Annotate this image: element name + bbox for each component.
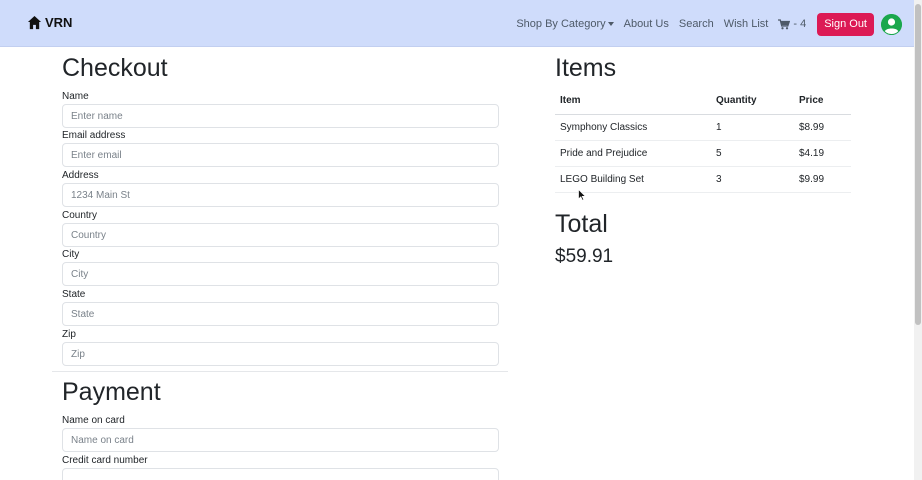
cart-icon — [778, 18, 791, 29]
nav-wish-list[interactable]: Wish List — [724, 18, 769, 30]
city-input[interactable] — [62, 262, 499, 286]
scrollbar-thumb[interactable] — [915, 4, 921, 325]
table-row: Symphony Classics 1 $8.99 — [555, 114, 851, 141]
address-label: Address — [62, 170, 99, 181]
item-price: $8.99 — [794, 114, 851, 141]
item-name: Pride and Prejudice — [555, 140, 711, 167]
email-label: Email address — [62, 130, 126, 141]
card-number-label: Credit card number — [62, 455, 148, 466]
item-price: $9.99 — [794, 166, 851, 193]
vertical-scrollbar[interactable] — [914, 0, 922, 480]
mouse-cursor-icon — [578, 189, 586, 201]
state-label: State — [62, 289, 86, 300]
total-title: Total — [555, 210, 608, 238]
user-avatar[interactable] — [881, 13, 902, 35]
user-circle-icon — [881, 13, 902, 35]
column-header-item: Item — [555, 88, 711, 115]
name-on-card-label: Name on card — [62, 415, 125, 426]
item-quantity: 1 — [711, 114, 794, 141]
sign-out-button[interactable]: Sign Out — [817, 12, 874, 36]
navbar: VRN Shop By Category About Us Search Wis… — [0, 0, 914, 47]
cart-count: - 4 — [793, 18, 807, 30]
brand-link[interactable]: VRN — [27, 15, 72, 30]
table-header-row: Item Quantity Price — [555, 88, 851, 115]
item-quantity: 5 — [711, 140, 794, 167]
home-icon — [27, 15, 42, 30]
state-input[interactable] — [62, 302, 499, 326]
name-input[interactable] — [62, 104, 499, 128]
item-quantity: 3 — [711, 166, 794, 193]
nav-links: Shop By Category About Us Search Wish Li… — [516, 12, 902, 36]
name-label: Name — [62, 91, 89, 102]
zip-label: Zip — [62, 329, 76, 340]
chevron-down-icon — [607, 22, 614, 27]
zip-input[interactable] — [62, 342, 499, 366]
payment-title: Payment — [62, 378, 161, 406]
checkout-title: Checkout — [62, 54, 168, 82]
nav-about-us[interactable]: About Us — [624, 18, 669, 30]
nav-shop-by-category-label: Shop By Category — [516, 18, 606, 30]
section-divider — [52, 371, 508, 372]
nav-shop-by-category[interactable]: Shop By Category — [516, 18, 614, 30]
item-name: Symphony Classics — [555, 114, 711, 141]
column-header-quantity: Quantity — [711, 88, 794, 115]
email-input[interactable] — [62, 143, 499, 167]
total-value: $59.91 — [555, 246, 614, 267]
item-price: $4.19 — [794, 140, 851, 167]
items-table: Item Quantity Price Symphony Classics 1 … — [555, 88, 851, 193]
brand-name: VRN — [45, 15, 73, 30]
name-on-card-input[interactable] — [62, 428, 499, 452]
country-label: Country — [62, 210, 98, 221]
table-row: Pride and Prejudice 5 $4.19 — [555, 140, 851, 167]
nav-search[interactable]: Search — [679, 18, 714, 30]
country-input[interactable] — [62, 223, 499, 247]
address-input[interactable] — [62, 183, 499, 207]
card-number-input[interactable] — [62, 468, 499, 480]
table-row: LEGO Building Set 3 $9.99 — [555, 166, 851, 193]
items-title: Items — [555, 54, 617, 82]
city-label: City — [62, 249, 80, 260]
column-header-price: Price — [794, 88, 851, 115]
cart-link[interactable]: - 4 — [778, 18, 806, 30]
